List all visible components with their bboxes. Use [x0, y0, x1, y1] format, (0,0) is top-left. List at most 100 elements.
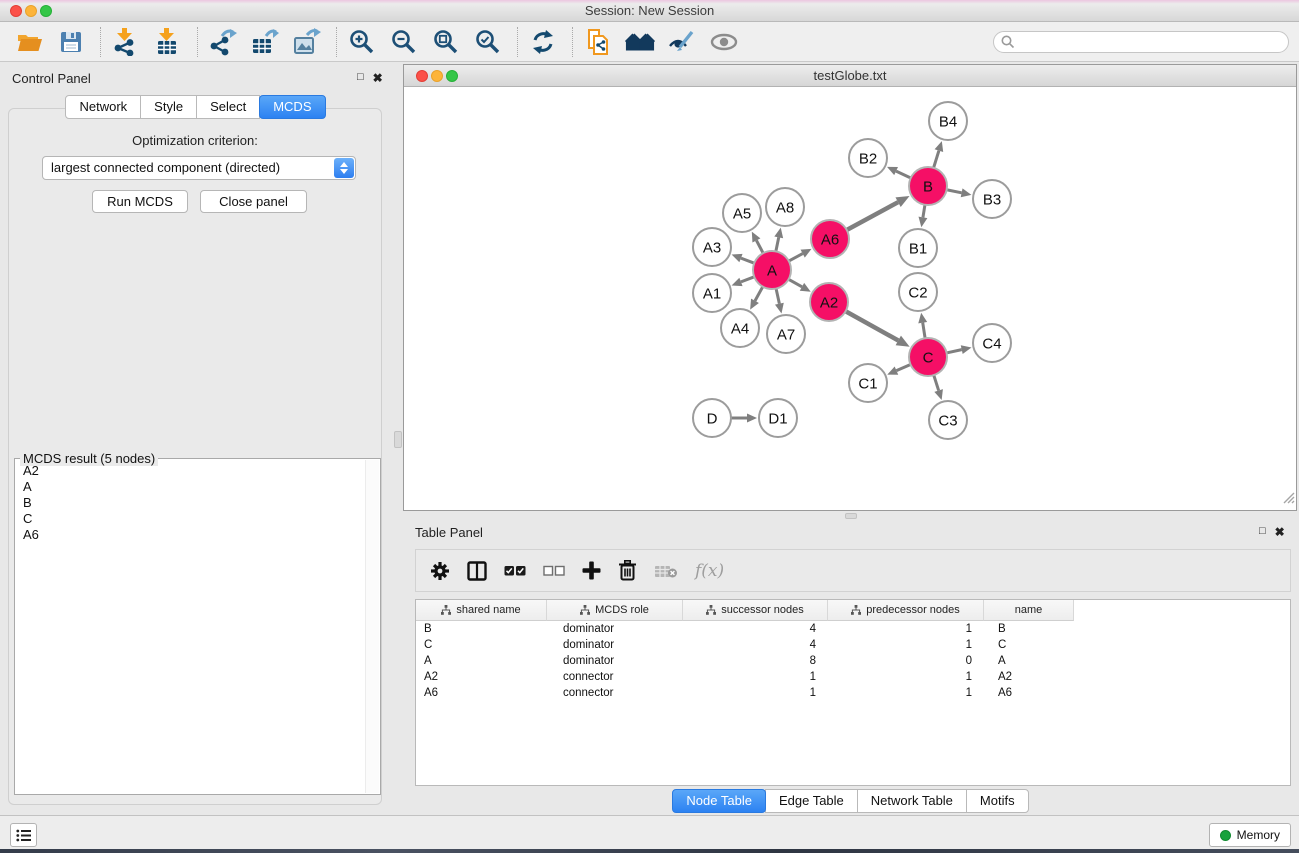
unselect-all-columns-icon[interactable] [543, 564, 565, 578]
graph-edge-C-C2[interactable] [923, 323, 925, 339]
graph-edge-arrowhead [918, 217, 927, 228]
column-header-name[interactable]: name [984, 600, 1074, 621]
mcds-result-item[interactable]: A [17, 479, 364, 495]
graph-edge-C-C4[interactable] [947, 350, 962, 353]
mcds-result-item[interactable]: A2 [17, 463, 364, 479]
tab-node-table[interactable]: Node Table [672, 789, 766, 813]
graph-edge-A-A4[interactable] [755, 287, 763, 301]
node-table[interactable]: shared nameMCDS rolesuccessor nodesprede… [415, 599, 1291, 786]
close-panel-icon[interactable]: ✖ [373, 71, 383, 85]
import-table-icon[interactable] [153, 27, 183, 57]
status-bar: Memory [0, 815, 1299, 849]
tab-select[interactable]: Select [196, 95, 260, 119]
graph-node-label-D1: D1 [768, 411, 787, 428]
graph-edge-A-A8[interactable] [776, 237, 779, 251]
toolbar-separator [336, 27, 337, 57]
network-canvas[interactable]: B4B2BB3A8A5A6A3B1AA1C2A2A4A7C4CC1C3DD1 [404, 87, 1296, 510]
search-input[interactable] [993, 31, 1289, 53]
column-header-MCDS-role[interactable]: MCDS role [547, 600, 683, 621]
save-session-icon[interactable] [56, 27, 86, 57]
close-table-panel-icon[interactable]: ✖ [1275, 525, 1285, 539]
mcds-list-scrollbar[interactable] [365, 460, 379, 793]
import-network-icon[interactable] [111, 27, 141, 57]
cell-name: C [984, 639, 1074, 651]
tab-motifs[interactable]: Motifs [966, 789, 1029, 813]
cell-name: B [984, 623, 1074, 635]
run-mcds-button[interactable]: Run MCDS [92, 190, 188, 213]
graph-edge-B-B1[interactable] [923, 205, 925, 218]
zoom-out-icon[interactable] [389, 27, 419, 57]
cell-successor-nodes: 4 [683, 639, 828, 651]
table-row[interactable]: Adominator80A [416, 653, 1290, 669]
graph-edge-C-C3[interactable] [934, 375, 939, 390]
control-panel-title: Control Panel [12, 71, 91, 86]
graph-edge-A-A5[interactable] [756, 240, 763, 253]
column-header-successor-nodes[interactable]: successor nodes [683, 600, 828, 621]
float-panel-icon[interactable]: □ [357, 71, 364, 85]
tab-edge-table[interactable]: Edge Table [765, 789, 858, 813]
export-table-icon[interactable] [250, 27, 280, 57]
graph-edge-A-A2[interactable] [789, 279, 802, 287]
open-file-icon[interactable] [14, 27, 44, 57]
task-history-button[interactable] [10, 823, 37, 847]
zoom-fit-icon[interactable] [431, 27, 461, 57]
cell-name: A2 [984, 671, 1074, 683]
graph-edge-B-B4[interactable] [934, 151, 939, 168]
dropdown-stepper-icon [334, 158, 354, 178]
export-network-icon[interactable] [208, 27, 238, 57]
zoom-selected-icon[interactable] [473, 27, 503, 57]
tab-mcds[interactable]: MCDS [259, 95, 325, 119]
graph-node-label-C: C [923, 350, 934, 367]
graph-edge-A2-C[interactable] [846, 311, 899, 340]
graph-node-label-B1: B1 [909, 241, 927, 258]
home-icon[interactable] [625, 27, 655, 57]
horizontal-split-grip[interactable] [845, 513, 857, 519]
vertical-split-grip[interactable] [394, 431, 402, 448]
show-graphics-details-icon[interactable] [667, 27, 697, 57]
cell-successor-nodes: 8 [683, 655, 828, 667]
eye-icon[interactable] [709, 27, 739, 57]
table-row[interactable]: Bdominator41B [416, 621, 1290, 637]
table-row[interactable]: A2connector11A2 [416, 669, 1290, 685]
graph-node-label-A8: A8 [776, 200, 794, 217]
graph-edge-arrowhead [774, 228, 783, 239]
mcds-result-item[interactable]: A6 [17, 527, 364, 543]
zoom-in-icon[interactable] [347, 27, 377, 57]
add-row-icon[interactable] [582, 561, 601, 580]
graph-edge-A-A3[interactable] [741, 258, 754, 263]
export-image-icon[interactable] [292, 27, 322, 57]
table-row[interactable]: Cdominator41C [416, 637, 1290, 653]
clone-network-icon[interactable] [583, 27, 613, 57]
delete-row-icon[interactable] [618, 560, 637, 581]
graph-edge-B-B3[interactable] [947, 190, 962, 193]
window-resize-grip[interactable] [1282, 491, 1295, 509]
column-header-shared-name[interactable]: shared name [416, 600, 547, 621]
select-all-columns-icon[interactable] [504, 564, 526, 578]
show-columns-icon[interactable] [467, 561, 487, 581]
graph-edge-B-B2[interactable] [896, 171, 911, 178]
column-header-predecessor-nodes[interactable]: predecessor nodes [828, 600, 984, 621]
criterion-dropdown[interactable]: largest connected component (directed) [42, 156, 356, 180]
graph-edge-A-A1[interactable] [741, 277, 754, 282]
cell-name: A6 [984, 687, 1074, 699]
refresh-icon[interactable] [528, 27, 558, 57]
memory-button[interactable]: Memory [1209, 823, 1291, 847]
graph-edge-C-C1[interactable] [896, 365, 910, 371]
mcds-result-item[interactable]: C [17, 511, 364, 527]
float-table-panel-icon[interactable]: □ [1259, 525, 1266, 539]
graph-edge-A6-B[interactable] [847, 202, 898, 230]
network-view-window: testGlobe.txt B4B2BB3A8A5A6A3B1AA1C2A2A4… [403, 64, 1297, 511]
graph-node-label-B3: B3 [983, 192, 1001, 209]
column-settings-gear-icon[interactable] [430, 561, 450, 581]
tab-style[interactable]: Style [140, 95, 197, 119]
close-panel-button[interactable]: Close panel [200, 190, 307, 213]
graph-edge-A-A6[interactable] [789, 254, 803, 261]
tab-network[interactable]: Network [65, 95, 141, 119]
tab-network-table[interactable]: Network Table [857, 789, 967, 813]
optimization-criterion-label: Optimization criterion: [0, 133, 390, 148]
table-toolbar: f(x) [415, 549, 1291, 592]
table-row[interactable]: A6connector11A6 [416, 685, 1290, 701]
graph-edge-A-A7[interactable] [776, 289, 779, 304]
network-window-titlebar: testGlobe.txt [404, 65, 1296, 87]
mcds-result-item[interactable]: B [17, 495, 364, 511]
